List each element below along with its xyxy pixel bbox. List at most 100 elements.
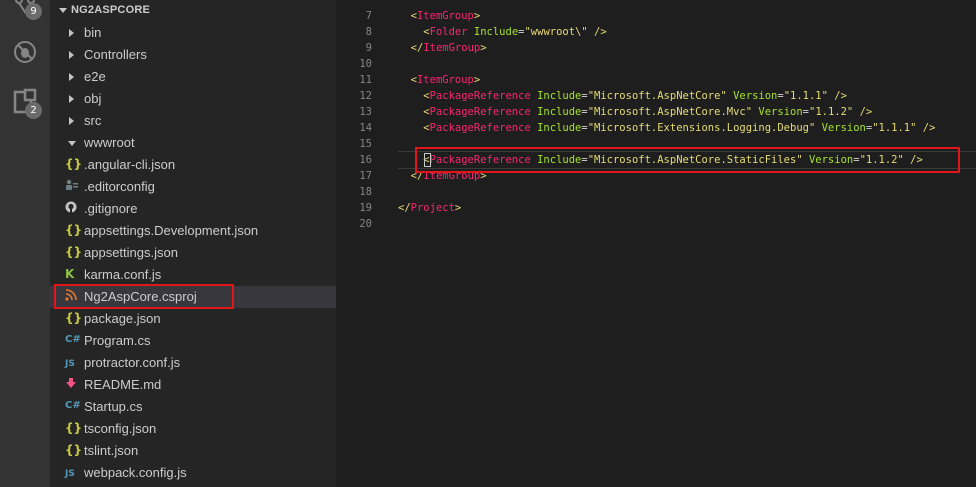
code-line: 20 — [336, 216, 976, 232]
tree-item-label: .angular-cli.json — [84, 157, 176, 172]
code-line: 12 <PackageReference Include="Microsoft.… — [336, 88, 976, 104]
line-code: <ItemGroup> — [410, 10, 481, 22]
code-line: 9 </ItemGroup> — [336, 40, 976, 56]
chevron-right-icon — [69, 95, 74, 103]
csproj-highlight-box — [54, 284, 234, 309]
folder-item[interactable]: wwwroot — [50, 132, 336, 154]
line-number: 10 — [359, 58, 372, 70]
file-item[interactable]: Kkarma.conf.js — [50, 264, 336, 286]
csharp-file-icon: C# — [65, 400, 81, 411]
tree-item-label: tsconfig.json — [84, 421, 157, 436]
line-code: <PackageReference Include="Microsoft.Asp… — [423, 90, 847, 102]
code-editor[interactable]: 7 <ItemGroup> 8 <Folder Include="wwwroot\… — [336, 0, 976, 487]
tree-item-label: src — [84, 113, 102, 128]
json-file-icon: {} — [65, 421, 83, 435]
tree-item-label: .gitignore — [84, 201, 138, 216]
json-file-icon: {} — [65, 157, 83, 171]
folder-item[interactable]: e2e — [50, 66, 336, 88]
file-item[interactable]: {} package.json — [50, 308, 336, 330]
text-cursor — [424, 153, 431, 167]
file-item[interactable]: {} tsconfig.json — [50, 418, 336, 440]
folder-item[interactable]: src — [50, 110, 336, 132]
line-number: 15 — [359, 138, 372, 150]
line-number: 18 — [359, 186, 372, 198]
markdown-file-icon — [65, 377, 77, 392]
tree-item-label: wwwroot — [84, 135, 135, 150]
json-file-icon: {} — [65, 311, 83, 325]
code-line: 7 <ItemGroup> — [336, 8, 976, 24]
staticfiles-highlight-box — [415, 147, 960, 173]
folder-item[interactable]: bin — [50, 22, 336, 44]
editorconfig-icon — [65, 179, 79, 194]
file-item[interactable]: README.md — [50, 374, 336, 396]
source-control-badge: 9 — [25, 3, 42, 20]
code-line: 11 <ItemGroup> — [336, 72, 976, 88]
tree-item-label: protractor.conf.js — [84, 355, 181, 370]
js-file-icon: JS — [65, 359, 75, 369]
json-file-icon: {} — [65, 245, 83, 259]
folder-item[interactable]: obj — [50, 88, 336, 110]
extensions-badge: 2 — [25, 102, 42, 119]
line-number: 7 — [365, 10, 372, 22]
github-icon — [65, 201, 77, 216]
line-code: </Project> — [398, 202, 462, 214]
tree-item-label: obj — [84, 91, 102, 106]
chevron-down-icon — [59, 8, 67, 13]
json-file-icon: {} — [65, 223, 83, 237]
tree-item-label: webpack.config.js — [84, 465, 187, 480]
line-number: 14 — [359, 122, 372, 134]
file-item[interactable]: .gitignore — [50, 198, 336, 220]
chevron-right-icon — [69, 73, 74, 81]
file-item[interactable]: {} tslint.json — [50, 440, 336, 462]
file-item[interactable]: JS protractor.conf.js — [50, 352, 336, 374]
line-number: 13 — [359, 106, 372, 118]
explorer-section-title: NG2ASPCORE — [71, 4, 151, 16]
code-line: 10 — [336, 56, 976, 72]
line-number: 17 — [359, 170, 372, 182]
folder-item[interactable]: Controllers — [50, 44, 336, 66]
line-number: 19 — [359, 202, 372, 214]
line-number: 20 — [359, 218, 372, 230]
line-number: 8 — [365, 26, 372, 38]
file-item[interactable]: {} appsettings.Development.json — [50, 220, 336, 242]
tree-item-label: Controllers — [84, 47, 147, 62]
chevron-right-icon — [69, 51, 74, 59]
tree-item-label: Startup.cs — [84, 399, 143, 414]
debug-icon[interactable] — [11, 38, 39, 66]
tree-item-label: appsettings.json — [84, 245, 178, 260]
explorer-section-header[interactable]: NG2ASPCORE — [50, 0, 336, 22]
tree-item-label: karma.conf.js — [84, 267, 162, 282]
line-number: 12 — [359, 90, 372, 102]
file-item[interactable]: {} appsettings.json — [50, 242, 336, 264]
file-item[interactable]: .editorconfig — [50, 176, 336, 198]
line-code: <ItemGroup> — [410, 74, 481, 86]
line-number: 9 — [365, 42, 372, 54]
tree-item-label: package.json — [84, 311, 161, 326]
code-line: 13 <PackageReference Include="Microsoft.… — [336, 104, 976, 120]
file-item[interactable]: C# Program.cs — [50, 330, 336, 352]
chevron-down-icon — [68, 141, 76, 146]
file-item[interactable]: JS webpack.config.js — [50, 462, 336, 484]
tree-item-label: README.md — [84, 377, 162, 392]
json-file-icon: {} — [65, 443, 83, 457]
tree-item-label: e2e — [84, 69, 106, 84]
karma-file-icon: K — [65, 267, 75, 281]
chevron-right-icon — [69, 29, 74, 37]
line-code: </ItemGroup> — [410, 42, 487, 54]
tree-item-label: Program.cs — [84, 333, 151, 348]
line-code: <Folder Include="wwwroot\" /> — [423, 26, 607, 38]
csharp-file-icon: C# — [65, 334, 81, 345]
code-line: 14 <PackageReference Include="Microsoft.… — [336, 120, 976, 136]
code-line: 8 <Folder Include="wwwroot\" /> — [336, 24, 976, 40]
explorer-sidebar: NG2ASPCORE bin Controllers e2e obj src wwwroo… — [50, 0, 336, 487]
tree-item-label: bin — [84, 25, 102, 40]
file-item[interactable]: {} .angular-cli.json — [50, 154, 336, 176]
file-item[interactable]: C# Startup.cs — [50, 396, 336, 418]
tree-item-label: appsettings.Development.json — [84, 223, 259, 238]
tree-item-label: tslint.json — [84, 443, 139, 458]
line-code: <PackageReference Include="Microsoft.Ext… — [423, 122, 936, 134]
code-line: 18 — [336, 184, 976, 200]
tree-item-label: .editorconfig — [84, 179, 155, 194]
line-code: <PackageReference Include="Microsoft.Asp… — [423, 106, 873, 118]
chevron-right-icon — [69, 117, 74, 125]
